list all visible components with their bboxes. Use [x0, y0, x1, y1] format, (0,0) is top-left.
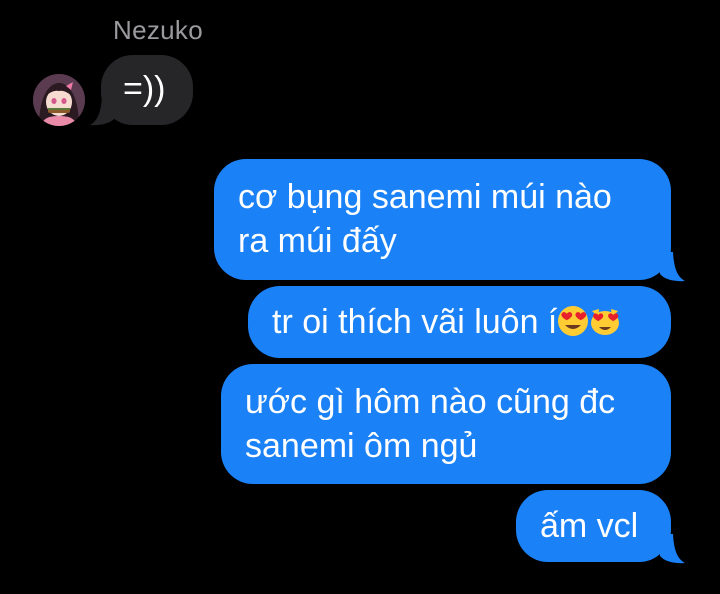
- message-content: tr oi thích vãi luôn í: [272, 300, 671, 344]
- message-text: =)): [123, 70, 166, 108]
- chat-thread[interactable]: Nezuko =)) cơ bụng sanemi múi nào ra múi…: [0, 0, 720, 594]
- outgoing-message-bubble[interactable]: ước gì hôm nào cũng đc sanemi ôm ngủ: [221, 364, 671, 484]
- incoming-message-bubble[interactable]: =)): [101, 55, 193, 125]
- message-text-line-2: ra múi đấy: [238, 222, 397, 260]
- heart-eyes-cat-emoji-icon: [591, 309, 620, 335]
- message-text-line-1: cơ bụng sanemi múi nào: [238, 178, 612, 216]
- outgoing-message-bubble[interactable]: ấm vcl: [516, 490, 671, 562]
- outgoing-message-bubble[interactable]: cơ bụng sanemi múi nào ra múi đấy: [214, 159, 671, 280]
- heart-eyes-emoji-icon: [558, 306, 589, 336]
- message-text: tr oi thích vãi luôn í: [272, 303, 558, 341]
- message-text: ấm vcl: [540, 507, 639, 545]
- message-text-line-2: sanemi ôm ngủ: [245, 427, 478, 465]
- contact-avatar-icon[interactable]: [33, 74, 85, 126]
- sender-name: Nezuko: [113, 15, 203, 45]
- message-text-line-1: ước gì hôm nào cũng đc: [245, 383, 616, 421]
- outgoing-message-bubble[interactable]: tr oi thích vãi luôn í: [248, 286, 671, 358]
